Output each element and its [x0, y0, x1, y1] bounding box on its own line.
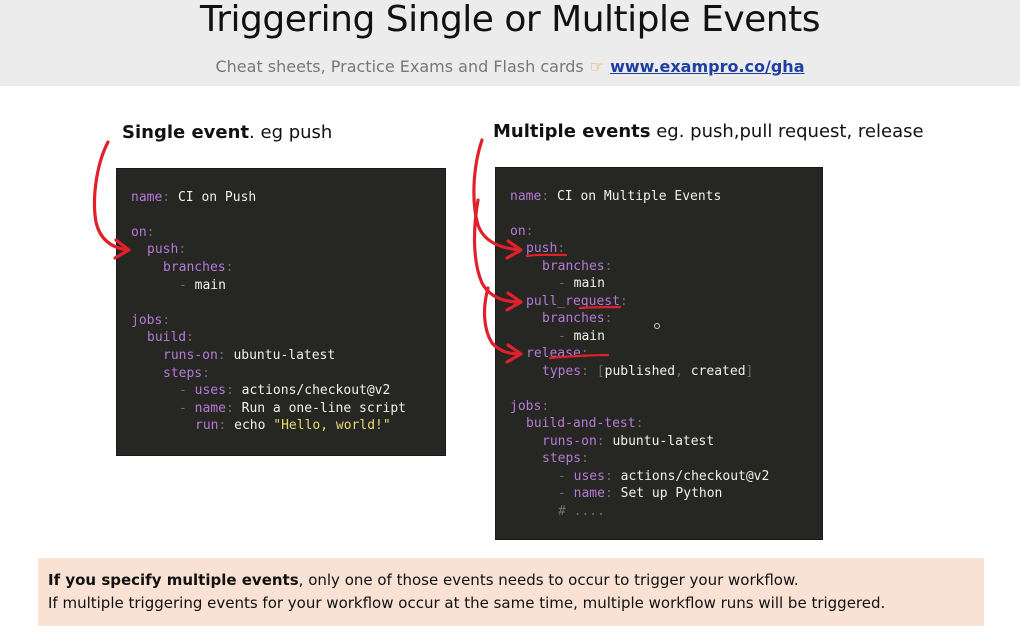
multiple-events-code-block: name: CI on Multiple Events on: push: br…	[495, 167, 823, 540]
code-line: - uses: actions/checkout@v2	[558, 469, 770, 484]
code-line: on:	[510, 224, 534, 239]
code-line: - name: Run a one-line script	[179, 401, 406, 416]
code-line: push:	[147, 242, 187, 257]
code-line: build:	[147, 330, 194, 345]
page-title: Triggering Single or Multiple Events	[200, 0, 820, 40]
code-line: pull_request:	[526, 294, 628, 309]
code-line: name: CI on Push	[131, 190, 257, 205]
code-line: - main	[558, 329, 605, 344]
code-line: on:	[131, 225, 155, 240]
code-line: release:	[526, 346, 589, 361]
cursor-dot	[654, 323, 660, 329]
code-line: - main	[179, 278, 226, 293]
single-event-label: Single event. eg push	[122, 122, 333, 143]
subtitle: Cheat sheets, Practice Exams and Flash c…	[0, 56, 1020, 78]
code-line: runs-on: ubuntu-latest	[542, 434, 715, 449]
multiple-events-label: Multiple events eg. push,pull request, r…	[493, 121, 924, 142]
code-line: build-and-test:	[526, 416, 644, 431]
code-line: steps:	[542, 451, 589, 466]
code-line: - main	[558, 276, 605, 291]
code-line: branches:	[542, 311, 613, 326]
code-line: types: [published, created]	[542, 364, 754, 379]
code-line: - name: Set up Python	[558, 486, 723, 501]
code-line: push:	[526, 241, 566, 256]
single-event-code-block: name: CI on Push on: push: branches: - m…	[116, 168, 446, 456]
code-line: name: CI on Multiple Events	[510, 189, 722, 204]
subtitle-text: Cheat sheets, Practice Exams and Flash c…	[215, 57, 584, 76]
code-line: branches:	[542, 259, 613, 274]
code-line: runs-on: ubuntu-latest	[163, 348, 336, 363]
code-line: # ....	[558, 504, 605, 519]
code-line: steps:	[163, 366, 210, 381]
exampro-link[interactable]: www.exampro.co/gha	[610, 57, 804, 76]
code-line: branches:	[163, 260, 234, 275]
note-line-2: If multiple triggering events for your w…	[48, 594, 886, 612]
pointing-hand-icon: ☞	[589, 57, 605, 76]
info-note: If you specify multiple events, only one…	[38, 558, 984, 626]
code-line: - uses: actions/checkout@v2	[179, 383, 391, 398]
code-line: jobs:	[131, 313, 171, 328]
note-line-1: If you specify multiple events, only one…	[48, 571, 799, 589]
code-line: run: echo "Hello, world!"	[195, 418, 391, 433]
code-line: jobs:	[510, 399, 550, 414]
